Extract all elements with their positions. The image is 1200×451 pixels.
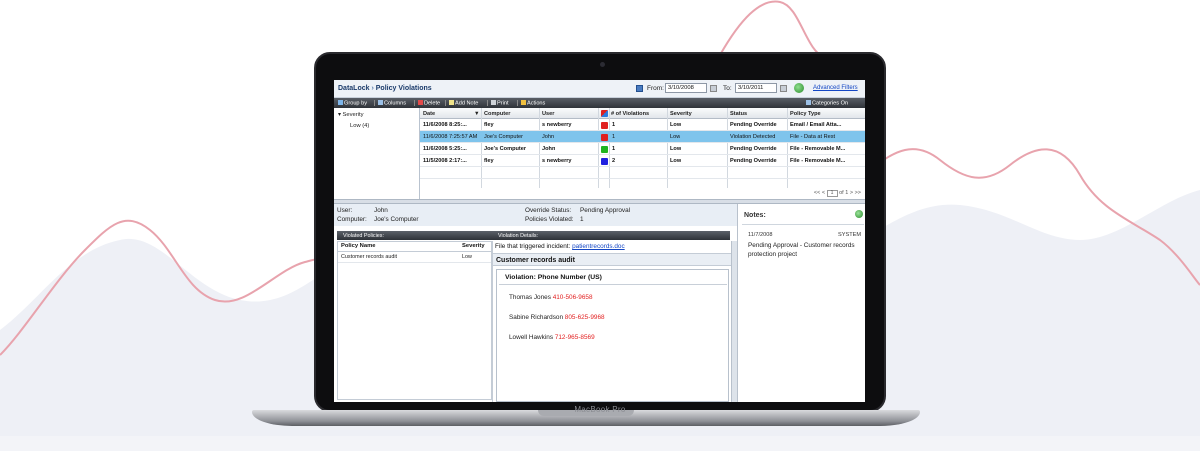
calendar-icon: [636, 85, 643, 92]
columns-icon: [378, 99, 383, 105]
violations-grid: Date ▼ Computer User # of Violations Sev…: [420, 108, 865, 199]
category-tree: ▾ Severity Low (4): [334, 108, 420, 199]
table-row-selected[interactable]: 11/6/2008 7:25:57 AM Joe's Computer John…: [420, 131, 865, 143]
add-note-button[interactable]: Add Note: [449, 99, 478, 106]
pager: << < 1 of 1 > >>: [814, 190, 861, 197]
to-date-input[interactable]: 3/10/2011: [735, 83, 777, 93]
advanced-filters-link[interactable]: Advanced Filters: [813, 85, 858, 91]
override-status-value: Pending Approval: [580, 207, 631, 214]
details-pane: User: John Computer: Joe's Computer Over…: [334, 204, 737, 402]
severity-header[interactable]: Severity: [462, 243, 485, 249]
camera-icon: [600, 62, 605, 67]
violation-details-panel: File that triggered incident: patientrec…: [492, 241, 731, 402]
violation-color-swatch: [601, 157, 608, 165]
violation-box: Violation: Phone Number (US) Thomas Jone…: [496, 269, 729, 402]
categories-toggle[interactable]: Categories On: [806, 99, 848, 106]
violation-color-swatch: [601, 145, 608, 153]
from-label: From:: [647, 85, 664, 92]
pii-match: Lowell Hawkins 712-965-8569: [509, 334, 595, 341]
table-row[interactable]: 11/6/2008 8:25:... fley s newberry 1 Low…: [420, 119, 865, 131]
col-date[interactable]: Date: [423, 111, 435, 117]
page-title: DataLock › Policy Violations: [338, 85, 432, 92]
screen: DataLock › Policy Violations From: 3/10/…: [334, 80, 865, 402]
page-number-input[interactable]: 1: [826, 190, 838, 197]
toolbar: Group by Columns Delete Add Note Print A…: [334, 98, 865, 108]
columns-button[interactable]: Columns: [378, 99, 406, 106]
violation-color-swatch: [601, 121, 608, 129]
delete-button[interactable]: Delete: [418, 99, 440, 106]
pager-prev-button[interactable]: <: [822, 190, 825, 196]
add-note-icon[interactable]: [855, 210, 863, 218]
policy-name-cell[interactable]: Customer records audit: [341, 254, 397, 260]
col-policy-type[interactable]: Policy Type: [790, 111, 821, 117]
sort-arrow-icon: ▼: [474, 110, 480, 117]
app-name: DataLock: [338, 85, 370, 92]
pii-match: Thomas Jones 410-506-9658: [509, 294, 593, 301]
app-header: DataLock › Policy Violations From: 3/10/…: [334, 80, 865, 98]
col-computer[interactable]: Computer: [484, 111, 510, 117]
override-status-label: Override Status:: [525, 207, 572, 214]
violation-details-header: Violation Details:: [492, 231, 730, 240]
delete-icon: [418, 99, 423, 105]
actions-button[interactable]: Actions: [521, 99, 545, 106]
policies-violated-label: Policies Violated:: [525, 216, 574, 223]
group-by-button[interactable]: Group by: [338, 99, 367, 106]
page-name: Policy Violations: [375, 85, 432, 92]
section-title: Customer records audit: [493, 253, 731, 266]
page-count: of 1: [839, 190, 849, 196]
grid-header: Date ▼ Computer User # of Violations Sev…: [420, 108, 865, 119]
tree-node-severity[interactable]: ▾ Severity: [338, 112, 363, 118]
to-date-picker-icon[interactable]: [780, 85, 787, 92]
notes-title: Notes:: [744, 212, 766, 219]
policy-severity-cell: Low: [462, 254, 472, 260]
group-icon: [338, 99, 343, 105]
col-severity[interactable]: Severity: [670, 111, 692, 117]
triggering-file: File that triggered incident: patientrec…: [495, 243, 625, 250]
col-status[interactable]: Status: [730, 111, 747, 117]
user-value: John: [374, 207, 388, 214]
tree-node-low[interactable]: Low (4): [350, 123, 369, 129]
computer-label: Computer:: [337, 216, 367, 223]
from-date-input[interactable]: 3/10/2008: [665, 83, 707, 93]
user-label: User:: [337, 207, 353, 214]
notes-pane: Notes: 11/7/2008 SYSTEM Pending Approval…: [737, 204, 865, 402]
pager-first-button[interactable]: <<: [814, 190, 820, 196]
violated-policies-table: Policy Name Severity Customer records au…: [337, 241, 492, 400]
from-date-picker-icon[interactable]: [710, 85, 717, 92]
note-date: 11/7/2008: [748, 232, 773, 238]
col-user[interactable]: User: [542, 111, 554, 117]
page: DataLock › Policy Violations From: 3/10/…: [0, 0, 1200, 451]
print-icon: [491, 99, 496, 105]
note-text: Pending Approval - Customer records prot…: [748, 242, 855, 258]
file-link[interactable]: patientrecords.doc: [572, 243, 625, 250]
pager-last-button[interactable]: >>: [855, 190, 861, 196]
note-icon: [449, 99, 454, 105]
pii-match: Sabine Richardson 805-625-9968: [509, 314, 605, 321]
table-row[interactable]: 11/6/2008 5:25:... Joe's Computer John 1…: [420, 143, 865, 155]
to-label: To:: [723, 85, 732, 92]
computer-value: Joe's Computer: [374, 216, 419, 223]
pager-next-button[interactable]: >: [850, 190, 853, 196]
policies-violated-value: 1: [580, 216, 584, 223]
violation-color-swatch: [601, 133, 608, 141]
violation-color-icon: [601, 110, 608, 117]
col-violations[interactable]: # of Violations: [611, 111, 649, 117]
print-button[interactable]: Print: [491, 99, 509, 106]
violation-type: Violation: Phone Number (US): [505, 274, 602, 281]
laptop-brand: MacBook Pro: [574, 405, 626, 414]
actions-icon: [521, 99, 526, 105]
violated-policies-header: Violated Policies:: [337, 231, 492, 240]
policy-name-header[interactable]: Policy Name: [341, 243, 375, 249]
table-row[interactable]: 11/5/2008 2:17:... fley s newberry 2 Low…: [420, 155, 865, 167]
refresh-icon[interactable]: [794, 83, 804, 93]
laptop-lid: DataLock › Policy Violations From: 3/10/…: [314, 52, 886, 412]
note-author: SYSTEM: [838, 232, 862, 238]
categories-icon: [806, 99, 811, 105]
